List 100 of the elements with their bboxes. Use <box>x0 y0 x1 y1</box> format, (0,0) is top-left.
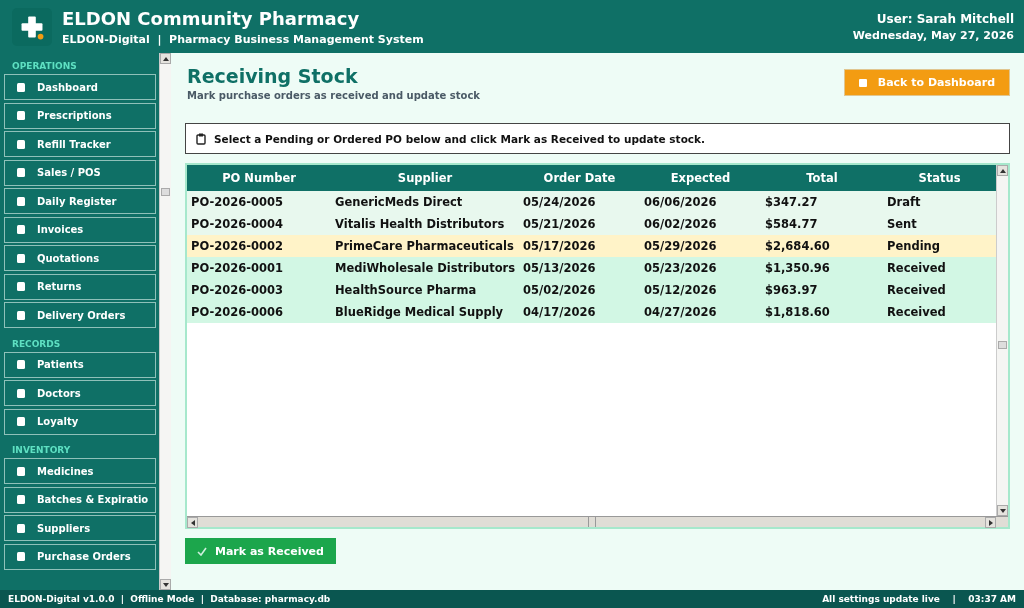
square-icon <box>17 282 25 291</box>
sidebar-item[interactable]: Suppliers <box>4 515 156 541</box>
sidebar-item[interactable]: Quotations <box>4 245 156 271</box>
column-header[interactable]: Total <box>761 165 883 191</box>
instruction-text: Select a Pending or Ordered PO below and click Mark as Received to update stock. <box>214 132 706 145</box>
clipboard-icon <box>196 132 206 145</box>
sidebar-item[interactable]: Batches & Expiratio <box>4 486 156 513</box>
table-cell: $347.27 <box>761 191 883 213</box>
table-cell: Sent <box>883 213 996 235</box>
table-cell: 05/13/2026 <box>519 257 640 279</box>
table-cell: Pending <box>883 235 996 257</box>
square-icon <box>17 552 25 561</box>
date-label: Wednesday, May 27, 2026 <box>852 28 1014 42</box>
table-cell: MediWholesale Distributors <box>331 257 519 279</box>
mark-received-button[interactable]: Mark as Received <box>185 538 336 564</box>
table-cell: Received <box>883 279 996 301</box>
table-cell: 06/02/2026 <box>640 213 761 235</box>
check-icon <box>197 546 207 556</box>
sidebar-item[interactable]: Medicines <box>4 458 156 484</box>
scroll-thumb[interactable] <box>998 341 1007 349</box>
square-icon <box>17 466 25 476</box>
table-cell: 05/24/2026 <box>519 191 640 213</box>
table-cell: GenericMeds Direct <box>331 191 519 213</box>
scroll-thumb[interactable] <box>161 188 170 196</box>
square-icon <box>17 196 25 206</box>
square-icon <box>17 523 25 533</box>
sidebar-item[interactable]: Invoices <box>4 216 156 243</box>
page-title: Receiving Stock <box>187 65 359 88</box>
section-label: OPERATIONS <box>11 60 78 73</box>
sidebar-item[interactable]: Refill Tracker <box>4 131 156 157</box>
square-icon <box>17 111 25 120</box>
table-cell: $1,818.60 <box>761 301 883 323</box>
triangle-arrow-icon[interactable] <box>162 56 169 61</box>
table-cell: PO-2026-0003 <box>187 279 331 301</box>
table-cell: 04/17/2026 <box>519 301 640 323</box>
table-cell: 05/29/2026 <box>640 235 761 257</box>
table-cell: $1,350.96 <box>761 257 883 279</box>
column-header[interactable]: Supplier <box>331 165 519 191</box>
square-icon <box>17 168 25 177</box>
table-cell: $584.77 <box>761 213 883 235</box>
square-icon <box>17 253 25 263</box>
triangle-arrow-icon[interactable] <box>190 519 195 526</box>
column-header[interactable]: PO Number <box>187 165 331 191</box>
square-icon <box>17 225 25 234</box>
scrollbar[interactable] <box>187 516 1008 527</box>
square-icon <box>17 310 25 320</box>
column-header[interactable]: Order Date <box>519 165 640 191</box>
table-cell: PO-2026-0005 <box>187 191 331 213</box>
table-cell: PO-2026-0006 <box>187 301 331 323</box>
sidebar-item[interactable]: Sales / POS <box>4 159 156 186</box>
sidebar-item[interactable]: Patients <box>4 351 156 378</box>
sidebar-item[interactable]: Doctors <box>4 380 156 406</box>
sidebar-item[interactable]: Delivery Orders <box>4 302 156 328</box>
table-cell: $2,684.60 <box>761 235 883 257</box>
table-cell: 05/21/2026 <box>519 213 640 235</box>
table-cell: BlueRidge Medical Supply <box>331 301 519 323</box>
logo-icon <box>12 7 52 46</box>
app-title: ELDON Community Pharmacy <box>62 7 361 30</box>
column-header[interactable]: Status <box>883 165 996 191</box>
table-cell: 05/23/2026 <box>640 257 761 279</box>
sidebar-item[interactable]: Dashboard <box>4 74 156 100</box>
status-text: All settings update live | 03:37 AM <box>822 594 1016 604</box>
triangle-arrow-icon[interactable] <box>162 582 169 587</box>
table-cell: Vitalis Health Distributors <box>331 213 519 235</box>
table-cell: PrimeCare Pharmaceuticals <box>331 235 519 257</box>
square-icon <box>17 417 25 426</box>
table-cell: 04/27/2026 <box>640 301 761 323</box>
sidebar-item[interactable]: Loyalty <box>4 408 156 435</box>
column-header[interactable]: Expected <box>640 165 761 191</box>
table-cell: 05/12/2026 <box>640 279 761 301</box>
status-text: ELDON-Digital v1.0.0 | Offline Mode | Database: pharmacy.db <box>8 594 331 604</box>
square-icon <box>17 388 25 398</box>
triangle-arrow-icon[interactable] <box>999 168 1006 173</box>
square-icon <box>17 82 25 92</box>
table-cell: 06/06/2026 <box>640 191 761 213</box>
app-subtitle: ELDON-Digital | Pharmacy Business Management System <box>62 32 425 46</box>
table-cell: Received <box>883 257 996 279</box>
table-cell: 05/17/2026 <box>519 235 640 257</box>
table-cell: Received <box>883 301 996 323</box>
table-cell: Draft <box>883 191 996 213</box>
square-icon <box>858 78 867 87</box>
scrollbar[interactable] <box>996 165 1008 516</box>
section-label: INVENTORY <box>11 444 72 457</box>
table-cell: PO-2026-0001 <box>187 257 331 279</box>
scroll-thumb[interactable] <box>588 517 596 527</box>
sidebar-item[interactable]: Purchase Orders <box>4 543 156 570</box>
table-cell: 05/02/2026 <box>519 279 640 301</box>
sidebar-item[interactable]: Prescriptions <box>4 102 156 129</box>
square-icon <box>17 360 25 369</box>
scrollbar[interactable] <box>159 53 171 590</box>
table-cell: $963.97 <box>761 279 883 301</box>
square-icon <box>17 495 25 504</box>
page-subtitle: Mark purchase orders as received and update stock <box>187 90 480 101</box>
table-cell: PO-2026-0002 <box>187 235 331 257</box>
user-label: User: Sarah Mitchell <box>875 11 1014 26</box>
section-label: RECORDS <box>11 337 62 351</box>
sidebar-item[interactable]: Daily Register <box>4 188 156 214</box>
table-cell: PO-2026-0004 <box>187 213 331 235</box>
table-cell: HealthSource Pharma <box>331 279 519 301</box>
sidebar-item[interactable]: Returns <box>4 273 156 300</box>
